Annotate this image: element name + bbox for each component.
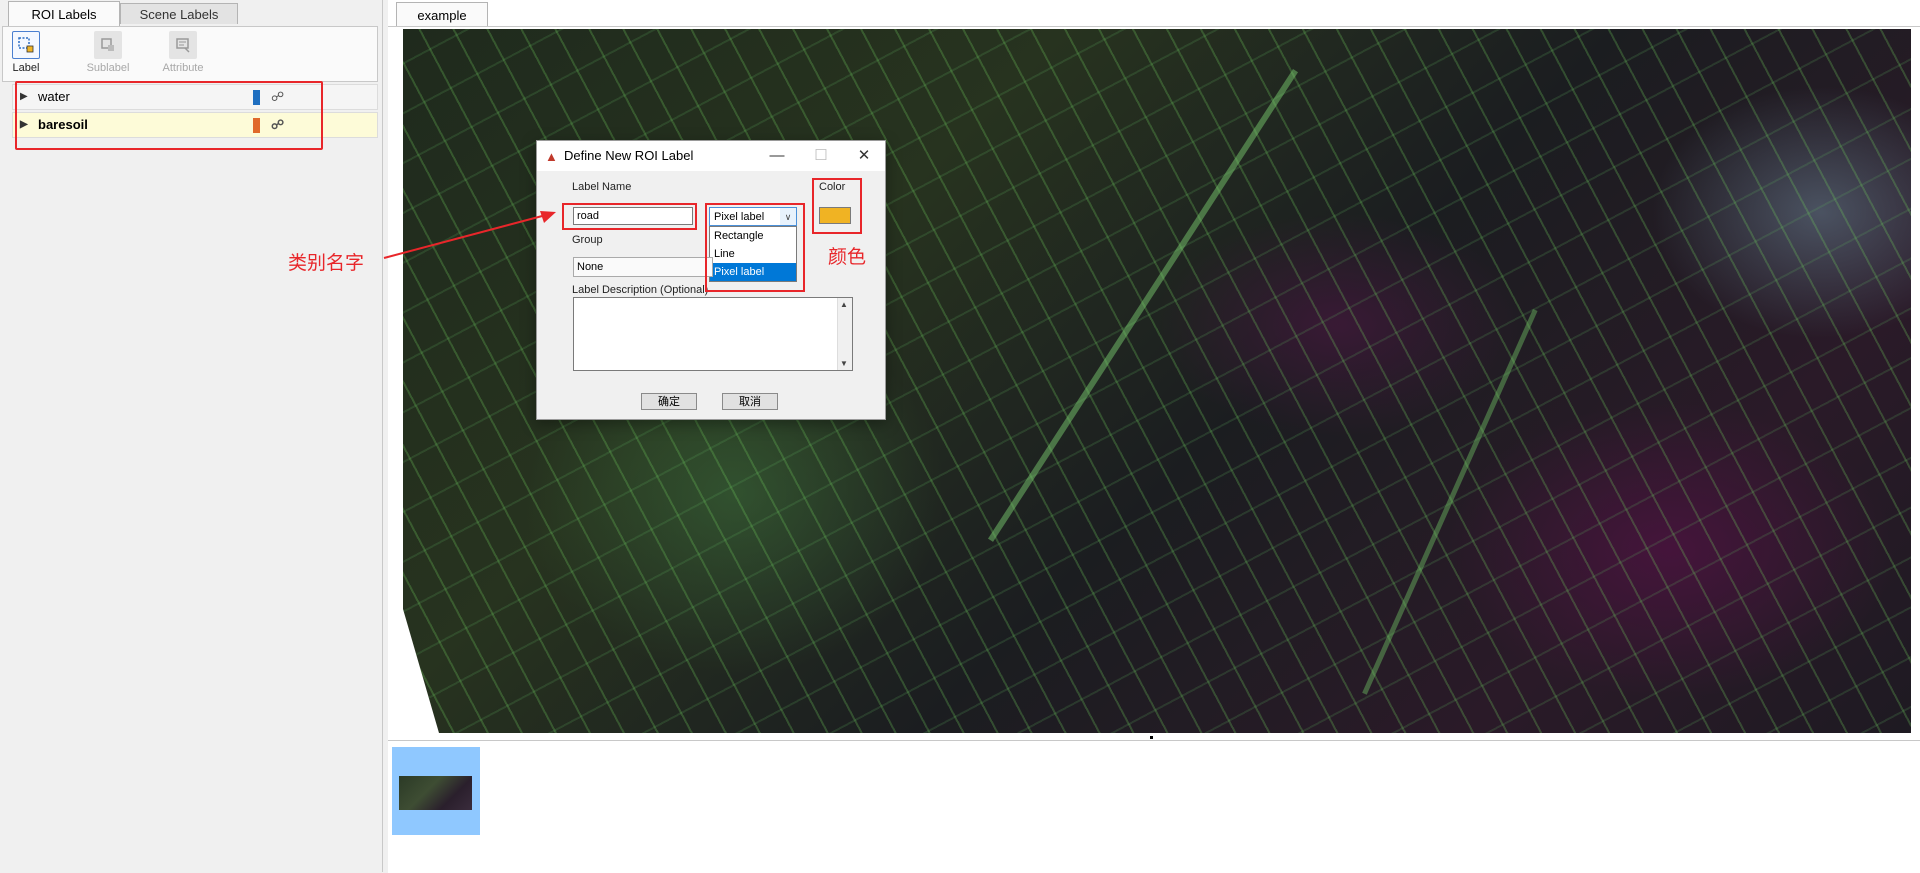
label-button-text: Label: [12, 62, 40, 74]
option-line[interactable]: Line: [710, 245, 796, 263]
attribute-button-text: Attribute: [162, 62, 204, 74]
label-icon: [12, 31, 40, 59]
group-dropdown[interactable]: None: [573, 257, 713, 277]
label-settings-icon[interactable]: ☍: [271, 85, 284, 109]
image-filmstrip: [388, 740, 1920, 873]
tab-scene-labels[interactable]: Scene Labels: [120, 3, 238, 24]
group-caption: Group: [572, 234, 603, 246]
sublabel-button[interactable]: Sublabel: [73, 27, 143, 81]
dialog-titlebar[interactable]: ▲ Define New ROI Label — ☐ ✕: [537, 141, 885, 171]
label-type-options: Rectangle Line Pixel label: [709, 226, 797, 282]
maximize-icon[interactable]: ☐: [809, 145, 833, 167]
thumbnail-preview: [399, 776, 472, 810]
label-item-water[interactable]: ▶ water ☍: [12, 84, 378, 110]
roi-label-panel: ROI Labels Scene Labels Label Sublabel A…: [0, 0, 383, 872]
label-item-baresoil[interactable]: ▶ baresoil ☍: [12, 112, 378, 138]
minimize-icon[interactable]: —: [765, 145, 789, 167]
matlab-icon: ▲: [545, 149, 558, 164]
image-thumbnail[interactable]: [392, 747, 480, 835]
label-color-swatch: [253, 118, 260, 133]
label-name-caption: Label Name: [572, 181, 632, 193]
cancel-button[interactable]: 取消: [722, 393, 778, 410]
annotation-name-note: 类别名字: [288, 252, 365, 274]
description-textarea[interactable]: ▲ ▼: [573, 297, 853, 371]
attribute-button[interactable]: Attribute: [148, 27, 218, 81]
label-item-name: water: [38, 89, 70, 104]
expand-caret-icon[interactable]: ▶: [20, 113, 28, 137]
label-tabbar: ROI Labels Scene Labels: [0, 0, 382, 26]
scroll-up-icon[interactable]: ▲: [840, 300, 848, 309]
tab-roi-labels[interactable]: ROI Labels: [8, 1, 120, 26]
image-road-feature: [1362, 309, 1538, 695]
expand-caret-icon[interactable]: ▶: [20, 85, 28, 109]
label-type-selected: Pixel label: [714, 211, 765, 223]
annotation-color-note: 颜色: [828, 246, 867, 268]
ok-button[interactable]: 确定: [641, 393, 697, 410]
tab-example[interactable]: example: [396, 2, 488, 26]
splitter-handle[interactable]: [1150, 736, 1153, 739]
attribute-icon: [169, 31, 197, 59]
label-type-dropdown[interactable]: Pixel label ∨: [709, 207, 797, 226]
dialog-title: Define New ROI Label: [564, 148, 694, 163]
scroll-down-icon[interactable]: ▼: [840, 359, 848, 368]
sublabel-icon: [94, 31, 122, 59]
sublabel-button-text: Sublabel: [86, 62, 130, 74]
option-rectangle[interactable]: Rectangle: [710, 227, 796, 245]
color-caption: Color: [819, 181, 846, 193]
define-roi-label-dialog: ▲ Define New ROI Label — ☐ ✕ Label Name …: [536, 140, 886, 420]
option-pixel-label[interactable]: Pixel label: [710, 263, 796, 281]
label-button[interactable]: Label: [0, 27, 61, 81]
close-icon[interactable]: ✕: [852, 145, 876, 167]
label-color-swatch: [253, 90, 260, 105]
label-toolstrip: Label Sublabel Attribute: [2, 26, 378, 82]
color-picker-button[interactable]: [819, 207, 851, 224]
label-settings-icon[interactable]: ☍: [271, 113, 284, 137]
annotation-arrow-icon: [383, 211, 556, 259]
image-road-feature: [988, 69, 1299, 542]
description-caption: Label Description (Optional): [572, 284, 709, 296]
chevron-down-icon[interactable]: ∨: [780, 208, 796, 225]
label-item-name: baresoil: [38, 117, 88, 132]
label-name-input[interactable]: [573, 207, 693, 225]
roi-label-list: ▶ water ☍ ▶ baresoil ☍: [12, 84, 378, 140]
image-display-panel: example: [388, 0, 1920, 873]
description-scrollbar[interactable]: ▲ ▼: [837, 298, 852, 370]
